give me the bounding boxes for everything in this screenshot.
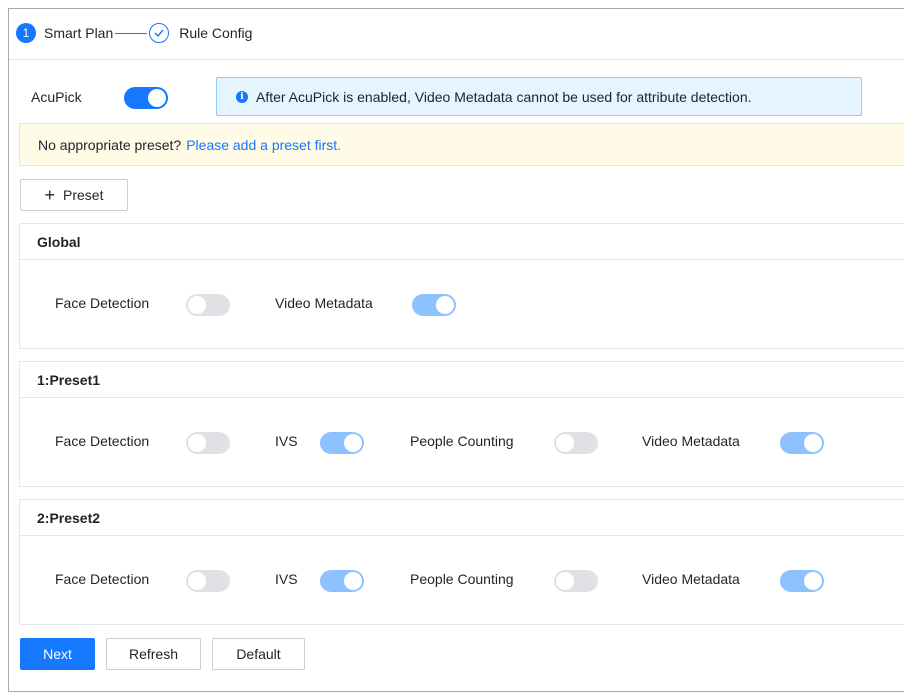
ivs-toggle[interactable] — [320, 570, 364, 592]
people-counting-toggle[interactable] — [554, 432, 598, 454]
video-metadata-toggle[interactable] — [780, 570, 824, 592]
section-title: 1:Preset1 — [20, 362, 904, 398]
add-preset-link[interactable]: Please add a preset first. — [186, 137, 341, 153]
face-detection-label: Face Detection — [55, 295, 150, 311]
step-2-label: Rule Config — [179, 25, 253, 41]
info-text: After AcuPick is enabled, Video Metadata… — [256, 88, 752, 105]
section-preset2: 2:Preset2 Face Detection IVS People Coun… — [19, 499, 904, 625]
warning-banner: No appropriate preset? Please add a pres… — [19, 123, 904, 166]
ivs-label: IVS — [275, 571, 298, 587]
divider — [9, 59, 904, 60]
acupick-label: AcuPick — [31, 89, 82, 105]
people-counting-toggle[interactable] — [554, 570, 598, 592]
section-title: Global — [20, 224, 904, 260]
video-metadata-label: Video Metadata — [642, 433, 740, 449]
step-1-label: Smart Plan — [44, 25, 114, 41]
face-detection-toggle[interactable] — [186, 570, 230, 592]
add-preset-label: Preset — [63, 187, 104, 203]
face-detection-label: Face Detection — [55, 433, 150, 449]
ivs-toggle[interactable] — [320, 432, 364, 454]
check-icon — [149, 23, 170, 43]
video-metadata-toggle[interactable] — [412, 294, 456, 316]
video-metadata-toggle[interactable] — [780, 432, 824, 454]
people-counting-label: People Counting — [410, 571, 514, 587]
stepper: 1 Smart Plan Rule Config — [16, 20, 252, 46]
default-button[interactable]: Default — [212, 638, 305, 670]
section-global: Global Face Detection Video Metadata — [19, 223, 904, 349]
ivs-label: IVS — [275, 433, 298, 449]
next-button[interactable]: Next — [20, 638, 95, 670]
acupick-toggle[interactable] — [124, 87, 168, 109]
add-preset-button[interactable]: + Preset — [20, 179, 128, 211]
people-counting-label: People Counting — [410, 433, 514, 449]
section-preset1: 1:Preset1 Face Detection IVS People Coun… — [19, 361, 904, 487]
warning-text: No appropriate preset? — [38, 136, 182, 153]
info-icon: i — [236, 90, 248, 103]
step-1-indicator: 1 — [16, 23, 36, 43]
step-connector — [115, 32, 148, 34]
video-metadata-label: Video Metadata — [642, 571, 740, 587]
face-detection-toggle[interactable] — [186, 294, 230, 316]
plus-icon: + — [44, 185, 56, 205]
video-metadata-label: Video Metadata — [275, 295, 373, 311]
face-detection-label: Face Detection — [55, 571, 150, 587]
refresh-button[interactable]: Refresh — [106, 638, 201, 670]
info-banner: i After AcuPick is enabled, Video Metada… — [216, 77, 862, 116]
section-title: 2:Preset2 — [20, 500, 904, 536]
face-detection-toggle[interactable] — [186, 432, 230, 454]
